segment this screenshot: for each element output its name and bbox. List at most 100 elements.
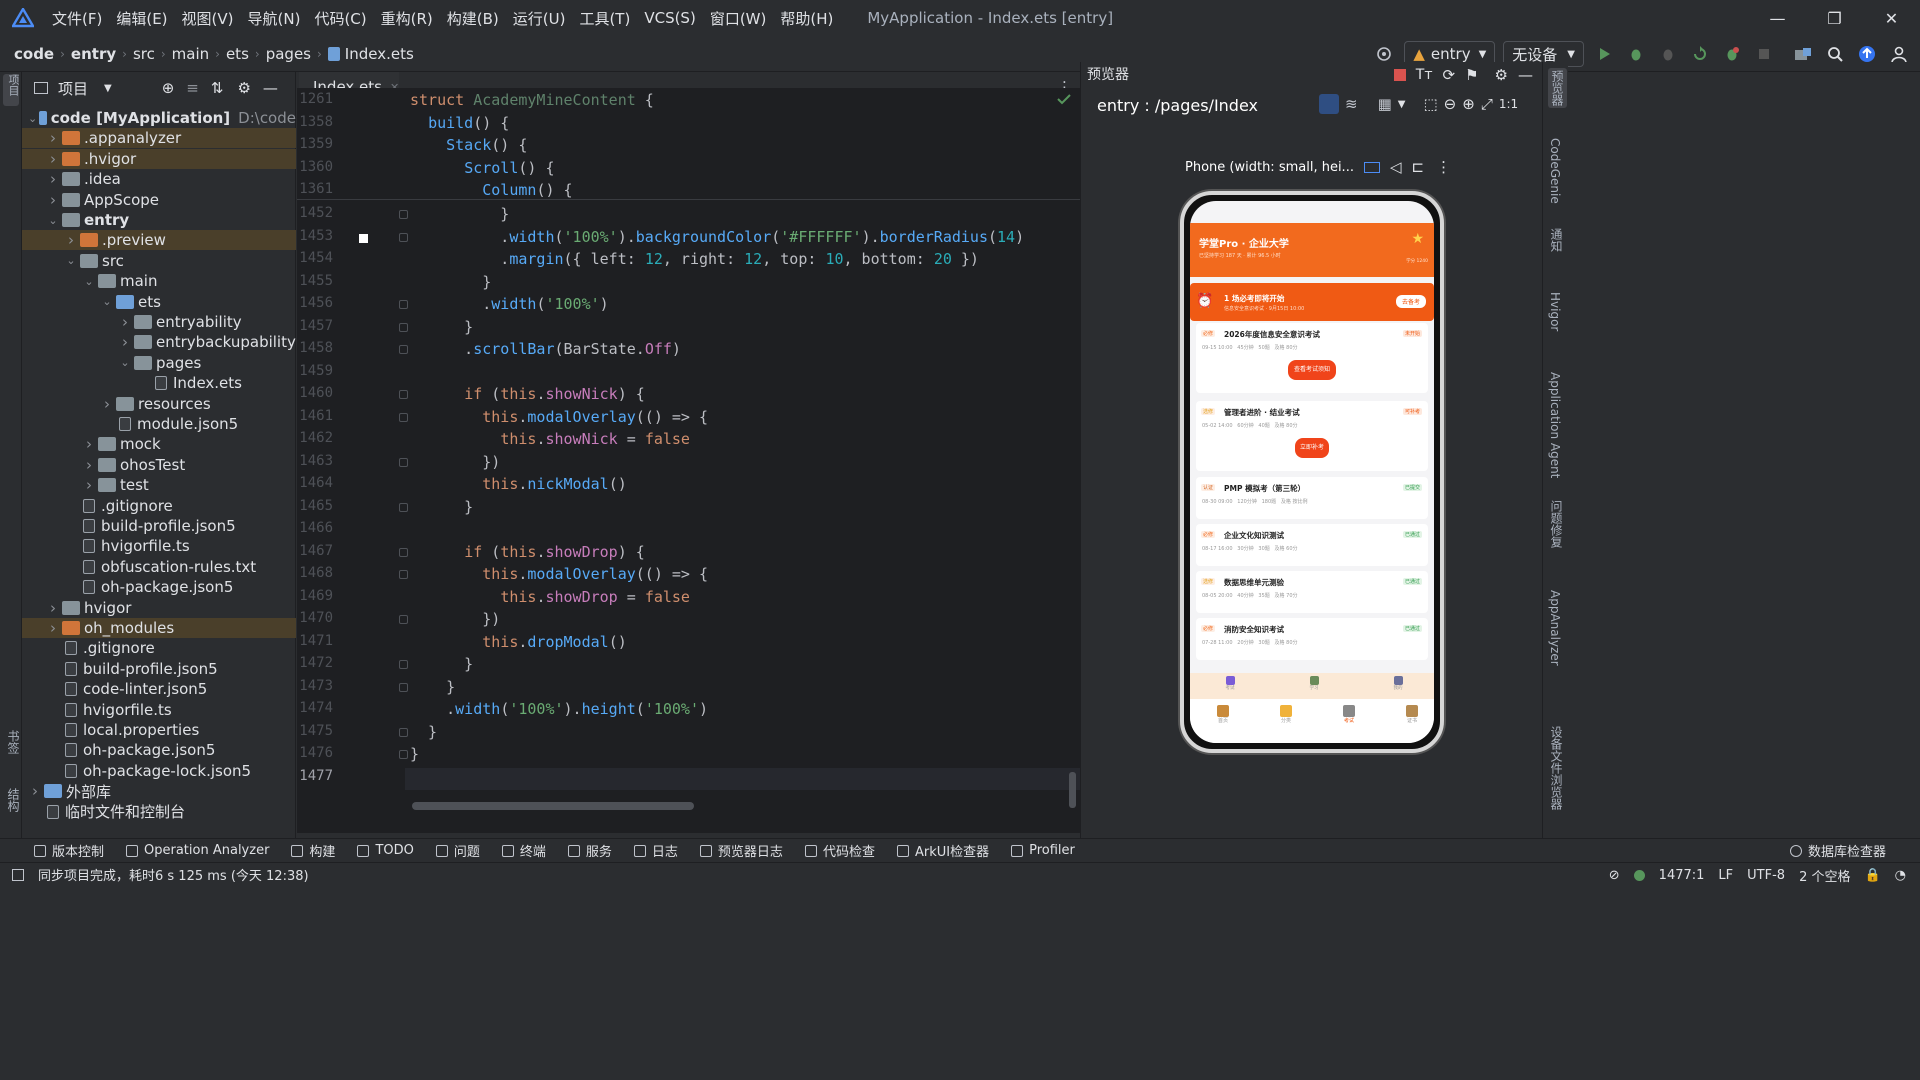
restore-button[interactable]: ❐ (1806, 0, 1863, 36)
menu-item-4[interactable]: 代码(C) (314, 8, 366, 29)
chevron-right-icon[interactable]: › (82, 456, 96, 474)
status-ok-icon[interactable] (1633, 869, 1645, 881)
tree-item[interactable]: obfuscation-rules.txt (22, 557, 296, 577)
chevron-right-icon[interactable]: › (28, 782, 42, 800)
chevron-down-icon[interactable]: ⌄ (64, 254, 78, 267)
mid-tab[interactable]: 考试 (1218, 676, 1242, 691)
breadcrumb-item[interactable]: entry (71, 45, 116, 63)
minimize-button[interactable]: — (1749, 0, 1806, 36)
code-line[interactable]: } (410, 498, 473, 516)
tree-item[interactable]: › ohosTest (22, 455, 296, 475)
run-icon[interactable] (1591, 41, 1617, 67)
chevron-down-icon[interactable]: ⌄ (82, 275, 96, 288)
code-line[interactable]: Scroll() { (410, 159, 554, 177)
fold-marker-icon[interactable] (399, 660, 408, 669)
menu-item-8[interactable]: 工具(T) (579, 8, 630, 29)
fold-marker-icon[interactable] (399, 727, 408, 737)
menu-item-0[interactable]: 文件(F) (52, 8, 102, 29)
tree-item[interactable]: › entryability (22, 312, 296, 332)
fold-icon[interactable]: ⊏ (1412, 158, 1425, 176)
chevron-down-icon[interactable]: ⌄ (118, 356, 132, 369)
structure-tool-button[interactable]: 结构 (5, 788, 22, 812)
chevron-right-icon[interactable]: › (118, 313, 132, 331)
tree-item[interactable]: ⌄ pages (22, 353, 296, 373)
chevron-down-icon[interactable]: ⌄ (28, 112, 37, 125)
layers-icon[interactable]: ≋ (1345, 95, 1358, 113)
debug-icon[interactable] (1623, 41, 1649, 67)
chevron-right-icon[interactable]: › (46, 129, 60, 147)
code-line[interactable]: } (410, 655, 473, 673)
exam-card[interactable]: 认证 PMP 模拟考（第三轮） 已提交 08-30 09:00 120分钟 180题 … (1196, 477, 1428, 519)
bottom-nav-item[interactable]: 分类 (1273, 705, 1299, 724)
tree-item[interactable]: .gitignore (22, 496, 296, 516)
tree-item[interactable]: › hvigor (22, 598, 296, 618)
menu-item-10[interactable]: 窗口(W) (710, 8, 767, 29)
bottom-nav-item[interactable]: 首页 (1210, 705, 1236, 724)
chevron-down-icon[interactable]: ⌄ (100, 295, 114, 308)
fold-marker-icon[interactable] (399, 502, 408, 512)
chevron-down-icon[interactable]: ▼ (104, 83, 112, 94)
chevron-right-icon[interactable]: › (82, 476, 96, 494)
tool-window-button[interactable]: Operation Analyzer (126, 843, 269, 858)
code-line[interactable]: } (410, 205, 509, 223)
code-editor[interactable]: 1261 1358 1359 1360 1361 1452 1453 1454 1455 1456… (297, 88, 1080, 833)
right-tool-button[interactable]: 预览器 (1548, 68, 1567, 108)
code-line[interactable]: Stack() { (410, 136, 527, 154)
tree-item[interactable]: build-profile.json5 (22, 516, 296, 536)
exam-action-button[interactable]: 立即补考 (1295, 438, 1329, 458)
chevron-right-icon[interactable]: › (118, 333, 132, 351)
tool-window-button[interactable]: 服务 (567, 841, 612, 860)
right-tool-button[interactable]: AppAnalyzer (1548, 590, 1562, 666)
project-panel-title[interactable]: 项目 (58, 78, 88, 99)
chevron-right-icon[interactable]: › (46, 150, 60, 168)
fold-marker-icon[interactable] (399, 750, 408, 759)
chevron-right-icon[interactable]: › (46, 619, 60, 637)
chevron-right-icon[interactable]: › (82, 435, 96, 453)
tree-item[interactable]: › resources (22, 394, 296, 414)
inspection-ok-icon[interactable] (1057, 93, 1071, 105)
exam-card[interactable]: 选修 数据思维单元测验 已通过 08-05 20:00 40分钟 35题 及格 70分 (1196, 571, 1428, 613)
horizontal-scrollbar[interactable] (412, 802, 694, 810)
tool-window-button[interactable]: 预览器日志 (699, 841, 783, 860)
tree-item[interactable]: oh-package.json5 (22, 740, 296, 760)
code-line[interactable]: .width('100%') (410, 295, 608, 313)
indent-setting[interactable]: 2 个空格 (1799, 866, 1850, 885)
chevron-right-icon[interactable]: › (46, 170, 60, 188)
chevron-right-icon[interactable]: › (100, 395, 114, 413)
profile-icon[interactable] (1719, 41, 1745, 67)
zoom-out-icon[interactable]: ⊖ (1444, 95, 1457, 113)
bookmarks-tool-button[interactable]: 书签 (5, 730, 22, 754)
tool-window-button[interactable]: TODO (357, 843, 414, 858)
tool-window-button[interactable]: 构建 (291, 841, 335, 860)
menu-item-11[interactable]: 帮助(H) (780, 8, 833, 29)
tool-window-button[interactable]: 日志 (633, 841, 678, 860)
code-line[interactable]: .width('100%').backgroundColor('#FFFFFF'… (410, 228, 1024, 246)
code-line[interactable]: this.modalOverlay(() => { (410, 565, 708, 583)
tool-window-button[interactable]: 问题 (435, 841, 480, 860)
tree-item[interactable]: .gitignore (22, 638, 296, 658)
close-window-button[interactable]: ✕ (1863, 0, 1920, 36)
menu-item-3[interactable]: 导航(N) (248, 8, 301, 29)
tool-window-button[interactable]: ArkUI检查器 (896, 841, 989, 860)
tree-item[interactable]: oh-package-lock.json5 (22, 761, 296, 781)
project-tool-button[interactable]: 项目 (3, 74, 20, 106)
fold-marker-icon[interactable] (399, 570, 408, 579)
account-icon[interactable] (1886, 41, 1912, 67)
tree-item[interactable]: local.properties (22, 720, 296, 740)
tool-window-button[interactable]: 终端 (501, 841, 546, 860)
one-to-one-icon[interactable]: 1:1 (1499, 97, 1518, 111)
tree-item[interactable]: ⌄ entry (22, 210, 296, 230)
tree-item[interactable]: ⌄ code [MyApplication] D:\code (22, 108, 296, 128)
device-type-icon[interactable] (1363, 161, 1380, 173)
bottom-nav-item[interactable]: 证书 (1399, 705, 1425, 724)
search-icon[interactable] (1822, 41, 1848, 67)
menu-item-1[interactable]: 编辑(E) (116, 8, 167, 29)
menu-item-2[interactable]: 视图(V) (182, 8, 234, 29)
mid-tab[interactable]: 学习 (1302, 676, 1326, 691)
phone-screen[interactable]: 学堂Pro · 企业大学 已坚持学习 187 天 · 累计 96.5 小时 ★ … (1190, 201, 1434, 743)
tree-item[interactable]: hvigorfile.ts (22, 536, 296, 556)
fold-marker-icon[interactable] (399, 547, 408, 557)
code-line[interactable]: } (410, 723, 437, 741)
preview-mode-icon[interactable] (1319, 94, 1339, 114)
tree-item[interactable]: › AppScope (22, 190, 296, 210)
